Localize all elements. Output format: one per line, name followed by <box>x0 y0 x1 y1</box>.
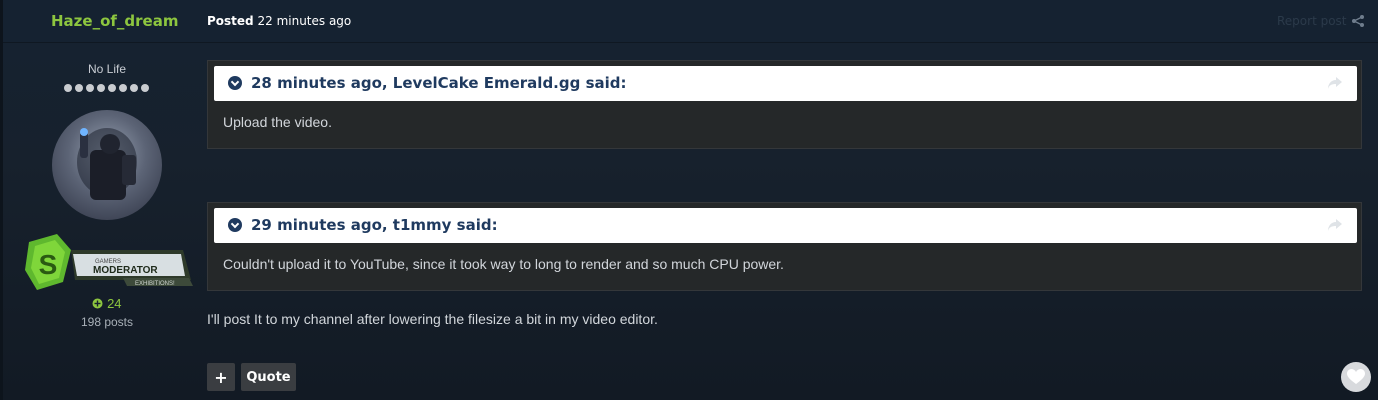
quote-body: Couldn't upload it to YouTube, since it … <box>223 256 784 272</box>
quote-body: Upload the video. <box>223 114 332 130</box>
rank-pip <box>97 84 105 92</box>
reputation-count: 24 <box>107 296 122 311</box>
rank-pip <box>86 84 94 92</box>
chevron-down-icon[interactable] <box>228 76 242 90</box>
like-button[interactable] <box>1341 362 1371 392</box>
forum-post: Haze_of_dream Posted 22 minutes ago Repo… <box>0 0 1378 400</box>
rank-pip <box>141 84 149 92</box>
badge-line2: MODERATOR <box>93 265 158 276</box>
quote-citation[interactable]: 29 minutes ago, t1mmy said: <box>214 208 1357 243</box>
post-body-text: I'll post It to my channel after lowerin… <box>207 311 658 327</box>
reply-arrow-icon[interactable] <box>1327 218 1343 232</box>
heart-icon <box>1347 369 1365 384</box>
author-column: No Life S GAMERS MODERATOR EXHIBITIONS! … <box>3 42 203 400</box>
author-name-link[interactable]: Haze_of_dream <box>51 12 178 30</box>
reputation: 24 <box>3 296 211 311</box>
post-count: 198 posts <box>80 315 134 329</box>
share-icon[interactable] <box>1351 14 1365 28</box>
plus-circle-icon <box>92 298 103 309</box>
chevron-down-icon[interactable] <box>228 218 242 232</box>
avatar-figure <box>77 128 137 200</box>
posted-time[interactable]: 22 minutes ago <box>257 14 351 28</box>
rank-pip <box>130 84 138 92</box>
avatar[interactable] <box>52 110 162 220</box>
rank-pip <box>108 84 116 92</box>
svg-text:S: S <box>39 249 58 280</box>
post-header: Haze_of_dream Posted 22 minutes ago Repo… <box>3 0 1378 43</box>
rank-pip <box>64 84 72 92</box>
post-date: Posted 22 minutes ago <box>207 14 351 28</box>
reply-arrow-icon[interactable] <box>1327 76 1343 90</box>
rank-pip <box>119 84 127 92</box>
rank-title: No Life <box>87 62 127 76</box>
quote-cite-text[interactable]: 28 minutes ago, LevelCake Emerald.gg sai… <box>251 74 627 92</box>
moderator-badge: S GAMERS MODERATOR EXHIBITIONS! <box>25 234 193 290</box>
rank-pip <box>75 84 83 92</box>
multiquote-button[interactable]: + <box>207 363 235 391</box>
report-post-link[interactable]: Report post <box>1277 14 1347 28</box>
badge-line3: EXHIBITIONS! <box>135 281 175 287</box>
rank-pips <box>64 84 149 92</box>
quote-button[interactable]: Quote <box>241 363 296 391</box>
quote-block: 29 minutes ago, t1mmy said: Couldn't upl… <box>207 202 1362 291</box>
quote-block: 28 minutes ago, LevelCake Emerald.gg sai… <box>207 60 1362 149</box>
posted-prefix: Posted <box>207 14 254 28</box>
quote-citation[interactable]: 28 minutes ago, LevelCake Emerald.gg sai… <box>214 66 1357 101</box>
quote-cite-text[interactable]: 29 minutes ago, t1mmy said: <box>251 216 498 234</box>
